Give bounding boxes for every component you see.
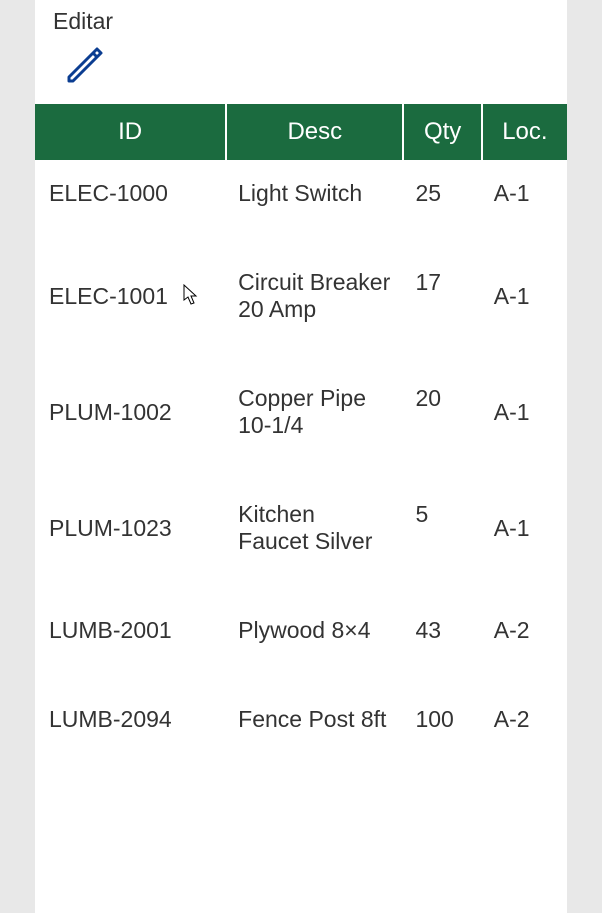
cell-desc: Plywood 8×4 [226,597,403,686]
table-row[interactable]: LUMB-2094Fence Post 8ft100A-2 [35,686,567,775]
cell-loc: A-1 [482,481,567,597]
table-header-row: ID Desc Qty Loc. [35,104,567,160]
cell-id: PLUM-1002 [35,365,226,481]
header-id[interactable]: ID [35,104,226,160]
cell-desc: Light Switch [226,160,403,249]
cell-id: LUMB-2001 [35,597,226,686]
cell-qty: 17 [403,249,481,365]
cell-loc: A-1 [482,365,567,481]
cell-qty: 25 [403,160,481,249]
cell-desc: Copper Pipe 10-1/4 [226,365,403,481]
cell-id: PLUM-1023 [35,481,226,597]
cell-desc: Kitchen Faucet Silver [226,481,403,597]
cell-id: ELEC-1001 [35,249,226,365]
cell-qty: 5 [403,481,481,597]
cell-id: LUMB-2094 [35,686,226,775]
header-desc[interactable]: Desc [226,104,403,160]
inventory-table: ID Desc Qty Loc. ELEC-1000Light Switch25… [35,104,567,775]
header-loc[interactable]: Loc. [482,104,567,160]
table-row[interactable]: ELEC-1000Light Switch25A-1 [35,160,567,249]
table-row[interactable]: ELEC-1001Circuit Breaker 20 Amp17A-1 [35,249,567,365]
cell-loc: A-2 [482,686,567,775]
editar-section: Editar [35,0,567,104]
cell-loc: A-1 [482,249,567,365]
pencil-icon[interactable] [61,41,549,94]
cell-id: ELEC-1000 [35,160,226,249]
cell-qty: 43 [403,597,481,686]
cell-desc: Circuit Breaker 20 Amp [226,249,403,365]
table-row[interactable]: LUMB-2001Plywood 8×443A-2 [35,597,567,686]
main-container: Editar ID Desc Qty Loc. ELEC-1000Light S… [35,0,567,913]
cell-qty: 100 [403,686,481,775]
cell-loc: A-2 [482,597,567,686]
cell-loc: A-1 [482,160,567,249]
cell-qty: 20 [403,365,481,481]
table-row[interactable]: PLUM-1023Kitchen Faucet Silver5A-1 [35,481,567,597]
cell-desc: Fence Post 8ft [226,686,403,775]
table-row[interactable]: PLUM-1002Copper Pipe 10-1/420A-1 [35,365,567,481]
header-qty[interactable]: Qty [403,104,481,160]
editar-label: Editar [53,8,549,35]
